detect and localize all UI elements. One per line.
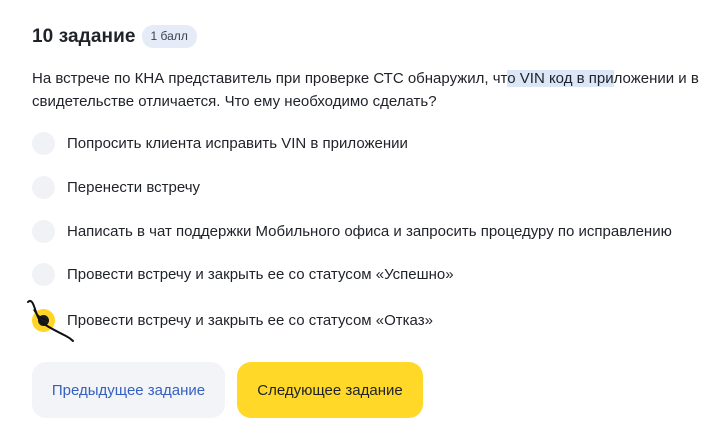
task-header: 10 задание 1 балл — [32, 25, 197, 48]
answer-option[interactable]: Перенести встречу — [32, 174, 200, 200]
answer-option-selected[interactable]: Провести встречу и закрыть ее со статусо… — [32, 307, 433, 333]
question-text-part1: На встрече по КНА представитель при пров… — [32, 70, 508, 87]
radio-button[interactable] — [32, 219, 55, 243]
radio-button[interactable] — [32, 131, 55, 155]
answer-option-label: Написать в чат поддержки Мобильного офис… — [67, 222, 672, 240]
radio-dot — [38, 314, 49, 326]
answer-option-label: Перенести встречу — [67, 178, 201, 196]
radio-button[interactable] — [32, 175, 55, 199]
answer-option[interactable]: Написать в чат поддержки Мобильного офис… — [32, 218, 672, 244]
question-text: На встрече по КНА представитель при пров… — [32, 68, 702, 113]
radio-button-checked[interactable] — [32, 308, 55, 332]
answer-option-label: Попросить клиента исправить VIN в прилож… — [67, 134, 408, 152]
previous-task-button[interactable]: Предыдущее задание — [32, 362, 225, 418]
answer-option[interactable]: Попросить клиента исправить VIN в прилож… — [32, 130, 408, 156]
answer-option-label: Провести встречу и закрыть ее со статусо… — [67, 311, 433, 329]
radio-button[interactable] — [32, 262, 55, 286]
quiz-page: 10 задание 1 балл На встрече по КНА пред… — [0, 0, 719, 433]
points-badge: 1 балл — [141, 25, 197, 48]
question-text-highlight: о VIN код в при — [507, 70, 614, 87]
next-task-button[interactable]: Следующее задание — [237, 362, 423, 418]
answer-option[interactable]: Провести встречу и закрыть ее со статусо… — [32, 261, 454, 287]
answer-option-label: Провести встречу и закрыть ее со статусо… — [67, 265, 454, 283]
task-title: 10 задание — [32, 25, 136, 47]
